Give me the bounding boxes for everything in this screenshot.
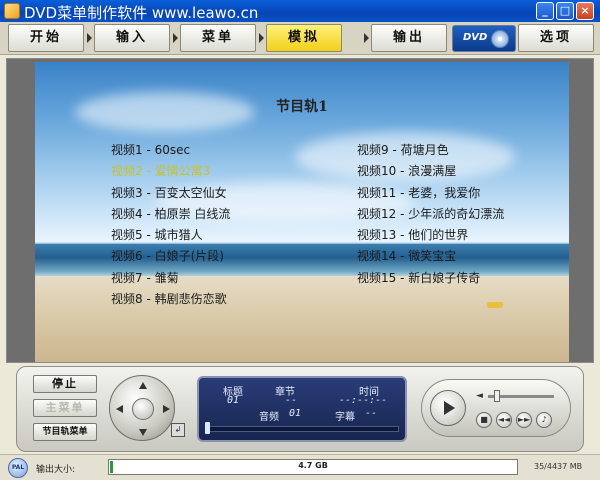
step-arrow-icon: [364, 33, 369, 43]
arrow-up-icon[interactable]: [139, 382, 147, 389]
pal-format-icon[interactable]: PAL: [8, 458, 28, 478]
tab-start[interactable]: 开始: [8, 24, 84, 52]
time-value: --:--:--: [339, 395, 388, 406]
close-button[interactable]: ×: [576, 2, 594, 20]
maximize-button[interactable]: □: [556, 2, 574, 20]
play-icon: [444, 401, 455, 415]
disc-usage: 35/4437 MB: [534, 462, 583, 471]
window-title: DVD菜单制作软件 www.leawo.cn: [24, 4, 259, 22]
menu-item[interactable]: 视频13 - 他们的世界: [357, 225, 504, 246]
volume-control[interactable]: ◄: [476, 390, 556, 402]
boat: [487, 302, 503, 308]
seek-thumb[interactable]: [205, 422, 210, 434]
stop-icon[interactable]: ■: [476, 412, 492, 428]
tab-input[interactable]: 输入: [94, 24, 170, 52]
arrow-down-icon[interactable]: [139, 429, 147, 436]
audio-track-icon[interactable]: ♪: [536, 412, 552, 428]
step-arrow-icon: [87, 33, 92, 43]
dvd-logo: DVD: [452, 25, 516, 52]
title-bar: DVD菜单制作软件 www.leawo.cn _ □ ×: [0, 0, 600, 22]
stop-button[interactable]: 停止: [33, 375, 97, 393]
tab-menu[interactable]: 菜单: [180, 24, 256, 52]
app-icon: [4, 3, 20, 19]
status-bar: PAL 输出大小: 4.7 GB 35/4437 MB: [0, 454, 600, 480]
menu-item[interactable]: 视频7 - 雏菊: [111, 268, 230, 289]
main-menu-button[interactable]: 主菜单: [33, 399, 97, 417]
play-button[interactable]: [430, 390, 466, 426]
disc-capacity: 4.7 GB: [298, 461, 328, 470]
title-menu-button[interactable]: 节目轨菜单: [33, 423, 97, 441]
remote-control-panel: 停止 主菜单 节目轨菜单 ↲ 标题 章节 时间 01 -- --:--:-- 音…: [16, 366, 584, 452]
menu-item[interactable]: 视频6 - 白娘子(片段): [111, 246, 230, 267]
next-icon[interactable]: ►►: [516, 412, 532, 428]
arrow-left-icon[interactable]: [116, 405, 123, 413]
step-arrow-icon: [173, 33, 178, 43]
status-display: 标题 章节 时间 01 -- --:--:-- 音频 01 字幕 --: [197, 376, 407, 442]
menu-preview-screen[interactable]: 节目轨1 视频1 - 60sec 视频2 - 爱情公寓3 视频3 - 百变太空仙…: [35, 62, 569, 362]
menu-item[interactable]: 视频15 - 新白娘子传奇: [357, 268, 504, 289]
menu-item[interactable]: 视频9 - 荷塘月色: [357, 140, 504, 161]
speaker-icon: ◄: [476, 391, 483, 401]
title-value: 01: [227, 395, 240, 406]
seek-slider[interactable]: [209, 426, 399, 432]
return-icon[interactable]: ↲: [171, 423, 185, 437]
chapter-value: --: [285, 395, 298, 406]
tab-output[interactable]: 输出: [371, 24, 447, 52]
menu-item[interactable]: 视频12 - 少年派的奇幻漂流: [357, 204, 504, 225]
subtitle-label: 字幕: [335, 412, 355, 423]
output-size-bar: 4.7 GB: [108, 459, 518, 475]
subtitle-value: --: [365, 408, 378, 419]
menu-item[interactable]: 视频8 - 韩剧悲伤恋歌: [111, 289, 230, 310]
enter-button[interactable]: [132, 398, 154, 420]
menu-item[interactable]: 视频5 - 城市猎人: [111, 225, 230, 246]
menu-item[interactable]: 视频10 - 浪漫满屋: [357, 161, 504, 182]
playback-controls: ◄ ■ ◄◄ ►► ♪: [421, 379, 571, 437]
tab-options[interactable]: 选项: [518, 24, 594, 52]
step-tabs: 开始 输入 菜单 模拟 输出 DVD 选项: [0, 22, 600, 55]
audio-value: 01: [289, 408, 302, 419]
audio-label: 音频: [259, 412, 279, 423]
menu-item[interactable]: 视频1 - 60sec: [111, 140, 230, 161]
menu-item[interactable]: 视频11 - 老婆，我爱你: [357, 183, 504, 204]
menu-item[interactable]: 视频3 - 百变太空仙女: [111, 183, 230, 204]
menu-item[interactable]: 视频4 - 柏原崇 白线流: [111, 204, 230, 225]
preview-viewport: 节目轨1 视频1 - 60sec 视频2 - 爱情公寓3 视频3 - 百变太空仙…: [6, 58, 594, 363]
output-size-label: 输出大小:: [36, 465, 76, 475]
step-arrow-icon: [259, 33, 264, 43]
menu-column-left: 视频1 - 60sec 视频2 - 爱情公寓3 视频3 - 百变太空仙女 视频4…: [111, 140, 230, 310]
dvd-logo-text: DVD: [463, 32, 488, 43]
disc-icon: [491, 30, 509, 48]
menu-item[interactable]: 视频14 - 微笑宝宝: [357, 246, 504, 267]
navigation-dpad[interactable]: [109, 375, 175, 441]
minimize-button[interactable]: _: [536, 2, 554, 20]
menu-title: 节目轨1: [276, 99, 328, 115]
menu-item-highlighted[interactable]: 视频2 - 爱情公寓3: [111, 161, 230, 182]
menu-column-right: 视频9 - 荷塘月色 视频10 - 浪漫满屋 视频11 - 老婆，我爱你 视频1…: [357, 140, 504, 289]
volume-knob[interactable]: [494, 390, 500, 402]
tab-simulate[interactable]: 模拟: [266, 24, 342, 52]
arrow-right-icon[interactable]: [163, 405, 170, 413]
previous-icon[interactable]: ◄◄: [496, 412, 512, 428]
